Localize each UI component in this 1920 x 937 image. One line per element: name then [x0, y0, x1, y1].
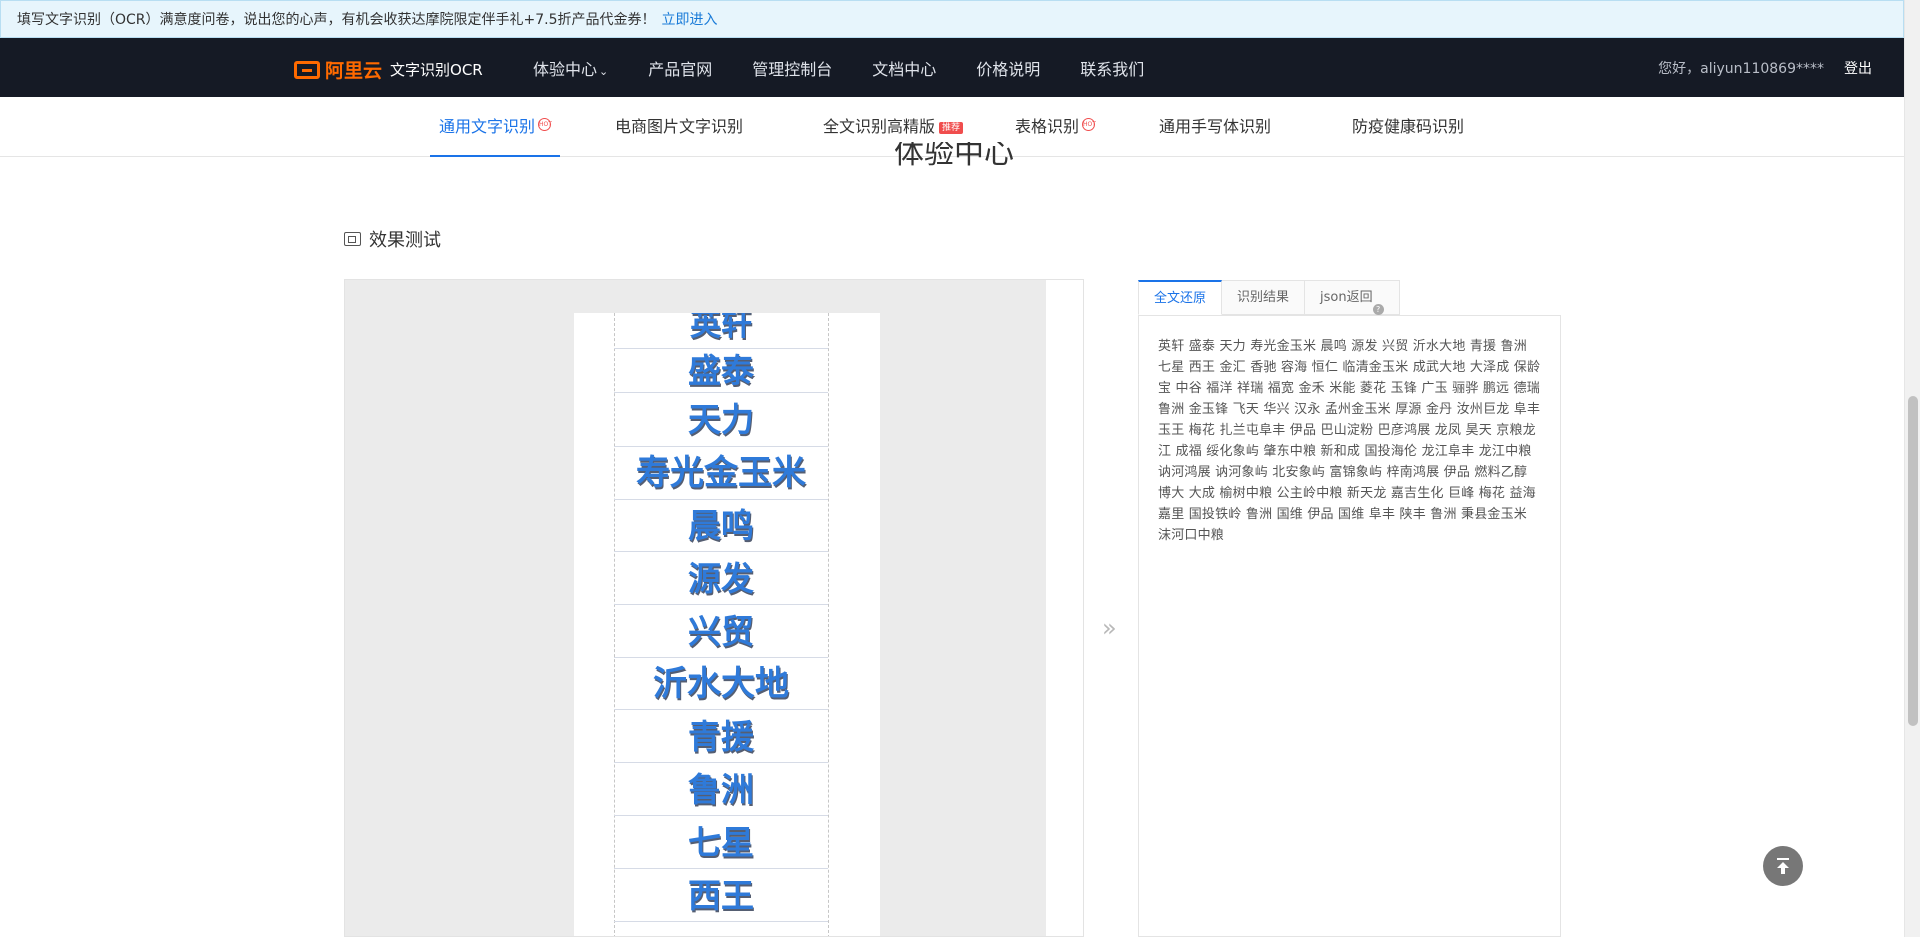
user-area: 您好，aliyun110869**** 登出 — [1658, 38, 1872, 97]
table-gridline — [828, 313, 829, 936]
image-row: 兴贸 — [614, 605, 828, 658]
image-row: 英轩 — [614, 313, 828, 349]
image-row: 青援 — [614, 710, 828, 763]
section-title: 效果测试 — [344, 226, 441, 252]
image-row: 源发 — [614, 552, 828, 605]
tab-ecommerce-ocr[interactable]: 电商图片文字识别 — [615, 97, 743, 157]
double-arrow-right-icon: » — [1102, 614, 1117, 642]
nav-item-docs[interactable]: 文档中心 — [872, 56, 936, 80]
tab-table-ocr[interactable]: 表格识别 HOT — [1015, 97, 1096, 157]
tab-handwriting-ocr[interactable]: 通用手写体识别 — [1159, 97, 1271, 157]
aliyun-logo-icon — [294, 60, 320, 79]
hot-badge-icon: HOT — [1082, 117, 1096, 131]
uploaded-image: 英轩 盛泰 天力 寿光金玉米 晨鸣 源发 兴贸 沂水大地 青援 鲁洲 七星 西王 — [574, 313, 880, 936]
image-row: 沂水大地 — [614, 658, 828, 710]
image-row: 七星 — [614, 816, 828, 869]
arrow-up-bar-icon — [1777, 858, 1789, 874]
recommend-badge: 推荐 — [939, 121, 964, 134]
page-title: 体验中心 — [894, 142, 1014, 171]
back-to-top-button[interactable] — [1763, 846, 1803, 886]
chevron-down-icon: ⌄ — [599, 64, 609, 78]
top-navbar: 阿里云 文字识别OCR 体验中心 ⌄ 产品官网 管理控制台 文档中心 价格说明 联… — [0, 38, 1904, 97]
survey-banner: 填写文字识别（OCR）满意度问卷，说出您的心声，有机会收获达摩院限定伴手礼+7.… — [0, 0, 1904, 38]
image-preview: 英轩 盛泰 天力 寿光金玉米 晨鸣 源发 兴贸 沂水大地 青援 鲁洲 七星 西王 — [344, 279, 1084, 937]
scrollbar-thumb[interactable] — [1908, 396, 1918, 726]
hot-badge-icon: HOT — [538, 117, 552, 131]
result-tabs: 全文还原 识别结果 json返回? — [1138, 280, 1400, 315]
tab-recognition-result[interactable]: 识别结果 — [1222, 280, 1306, 315]
nav-item-pricing[interactable]: 价格说明 — [976, 56, 1040, 80]
section-title-text: 效果测试 — [369, 230, 441, 251]
nav-item-console[interactable]: 管理控制台 — [752, 56, 832, 80]
aliyun-logo[interactable]: 阿里云 文字识别OCR — [294, 56, 483, 83]
test-icon — [344, 232, 361, 246]
result-panel: 全文还原 识别结果 json返回? 英轩 盛泰 天力 寿光金玉米 晨鸣 源发 兴… — [1138, 280, 1561, 937]
nav-links: 体验中心 ⌄ 产品官网 管理控制台 文档中心 价格说明 联系我们 — [533, 38, 1184, 97]
tab-general-ocr[interactable]: 通用文字识别 HOT — [430, 97, 561, 157]
tab-json-return[interactable]: json返回? — [1305, 280, 1400, 315]
nav-item-experience-center[interactable]: 体验中心 ⌄ — [533, 56, 608, 80]
survey-enter-link[interactable]: 立即进入 — [662, 9, 718, 29]
user-greeting[interactable]: 您好，aliyun110869**** — [1658, 58, 1824, 78]
image-row: 天力 — [614, 393, 828, 447]
image-row: 西王 — [614, 869, 828, 922]
logout-link[interactable]: 登出 — [1844, 58, 1872, 78]
survey-banner-text: 填写文字识别（OCR）满意度问卷，说出您的心声，有机会收获达摩院限定伴手礼+7.… — [17, 12, 656, 28]
recognized-text: 英轩 盛泰 天力 寿光金玉米 晨鸣 源发 兴贸 沂水大地 青援 鲁洲 七星 西王… — [1158, 339, 1541, 543]
image-row: 寿光金玉米 — [614, 447, 828, 500]
nav-item-product-site[interactable]: 产品官网 — [648, 56, 712, 80]
image-row: 晨鸣 — [614, 500, 828, 552]
brand-name: 阿里云 — [325, 60, 383, 82]
tab-full-text[interactable]: 全文还原 — [1138, 280, 1223, 315]
nav-item-contact[interactable]: 联系我们 — [1080, 56, 1144, 80]
product-name: 文字识别OCR — [390, 61, 483, 79]
image-row: 鲁洲 — [614, 763, 828, 816]
result-body: 英轩 盛泰 天力 寿光金玉米 晨鸣 源发 兴贸 沂水大地 青援 鲁洲 七星 西王… — [1138, 315, 1561, 937]
page-scrollbar[interactable] — [1904, 0, 1920, 937]
help-icon[interactable]: ? — [1372, 304, 1384, 315]
image-row: 盛泰 — [614, 349, 828, 393]
tab-health-code-ocr[interactable]: 防疫健康码识别 — [1352, 97, 1464, 157]
